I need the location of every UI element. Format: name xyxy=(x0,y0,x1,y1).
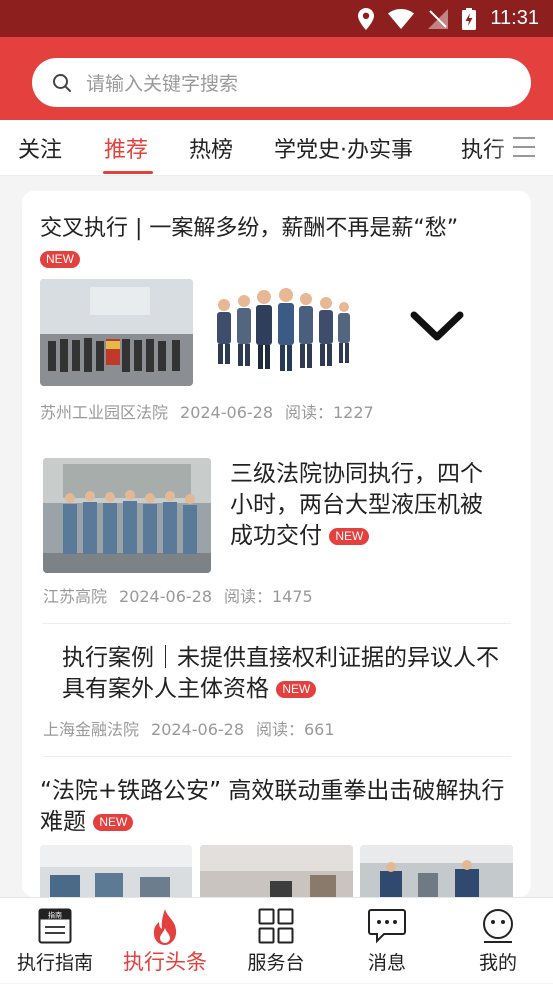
search-bar[interactable]: 请输入关键字搜索 xyxy=(32,58,531,107)
article-title: 执行案例｜未提供直接权利证据的异议人不具有案外人主体资格 NEW xyxy=(62,645,499,702)
new-badge: NEW xyxy=(40,249,80,268)
article-source: 苏州工业园区法院 xyxy=(40,403,169,422)
tab-party-history[interactable]: 学党史·办实事 xyxy=(274,132,413,164)
article-date: 2024-06-28 xyxy=(180,403,273,422)
nav-label: 执行指南 xyxy=(16,952,93,974)
article-source: 上海金融法院 xyxy=(43,720,140,739)
flame-icon xyxy=(153,909,177,945)
article-image xyxy=(200,845,353,897)
wifi-icon xyxy=(388,8,415,29)
battery-charging-icon xyxy=(462,7,477,30)
search-placeholder: 请输入关键字搜索 xyxy=(86,73,239,95)
new-badge: NEW xyxy=(329,528,370,545)
menu-icon[interactable] xyxy=(513,137,535,157)
bottom-nav: 指南 执行指南 执行头条 服务台 消息 我的 xyxy=(0,897,553,983)
article-reads: 阅读：1475 xyxy=(224,587,313,606)
news-feed: 交叉执行 | 一案解多纷，薪酬不再是薪“愁” NEW 苏州工业园区法院 2024… xyxy=(22,191,531,897)
svg-text:指南: 指南 xyxy=(48,911,62,920)
search-icon xyxy=(53,73,71,92)
location-icon xyxy=(358,7,375,30)
nav-headlines[interactable]: 执行头条 xyxy=(110,898,220,984)
nav-label: 服务台 xyxy=(247,952,305,974)
article-title: 三级法院协同执行，四个小时，两台大型液压机被成功交付 NEW xyxy=(230,461,483,549)
clock: 11:31 xyxy=(490,7,539,29)
article-image xyxy=(43,458,211,573)
article-date: 2024-06-28 xyxy=(119,587,212,606)
article-image xyxy=(40,279,193,386)
tab-follow[interactable]: 关注 xyxy=(18,132,62,164)
new-badge: NEW xyxy=(93,814,134,831)
article-image xyxy=(360,845,513,897)
article-meta: 苏州工业园区法院 2024-06-28 阅读：1227 xyxy=(40,399,386,423)
article-image xyxy=(202,279,355,386)
status-bar: 11:31 xyxy=(0,0,553,37)
new-badge: NEW xyxy=(276,681,317,698)
article-title: “法院+铁路公安” 高效联动重拳出击破解执行难题 NEW xyxy=(40,778,505,835)
no-signal-icon xyxy=(428,8,449,29)
nav-label: 我的 xyxy=(478,952,517,974)
tab-hot[interactable]: 热榜 xyxy=(189,132,233,164)
tab-recommended[interactable]: 推荐 xyxy=(104,132,148,164)
divider xyxy=(42,756,511,757)
message-bubble-icon xyxy=(368,909,406,944)
article-reads: 阅读：661 xyxy=(256,720,335,739)
guide-book-icon: 指南 xyxy=(38,908,72,944)
nav-messages[interactable]: 消息 xyxy=(332,898,442,984)
grid-icon xyxy=(258,908,294,944)
category-tabs: 关注 推荐 热榜 学党史·办实事 执行 xyxy=(0,120,553,176)
chevron-down-icon[interactable] xyxy=(410,311,464,341)
article-title: 交叉执行 | 一案解多纷，薪酬不再是薪“愁” xyxy=(40,216,459,241)
article-source: 江苏高院 xyxy=(43,587,108,606)
nav-service-desk[interactable]: 服务台 xyxy=(221,898,331,984)
smiley-face-icon xyxy=(483,909,513,943)
app-header: 请输入关键字搜索 xyxy=(0,37,553,120)
nav-label: 消息 xyxy=(367,952,406,974)
nav-profile[interactable]: 我的 xyxy=(443,898,553,984)
divider xyxy=(42,623,511,624)
active-tab-indicator xyxy=(103,171,153,174)
article-meta: 上海金融法院 2024-06-28 阅读：661 xyxy=(43,716,347,740)
nav-label: 执行头条 xyxy=(123,950,207,974)
article-reads: 阅读：1227 xyxy=(285,403,374,422)
article-meta: 江苏高院 2024-06-28 阅读：1475 xyxy=(43,583,325,607)
nav-guide[interactable]: 指南 执行指南 xyxy=(0,898,110,984)
article-image xyxy=(40,845,192,897)
article-date: 2024-06-28 xyxy=(151,720,244,739)
